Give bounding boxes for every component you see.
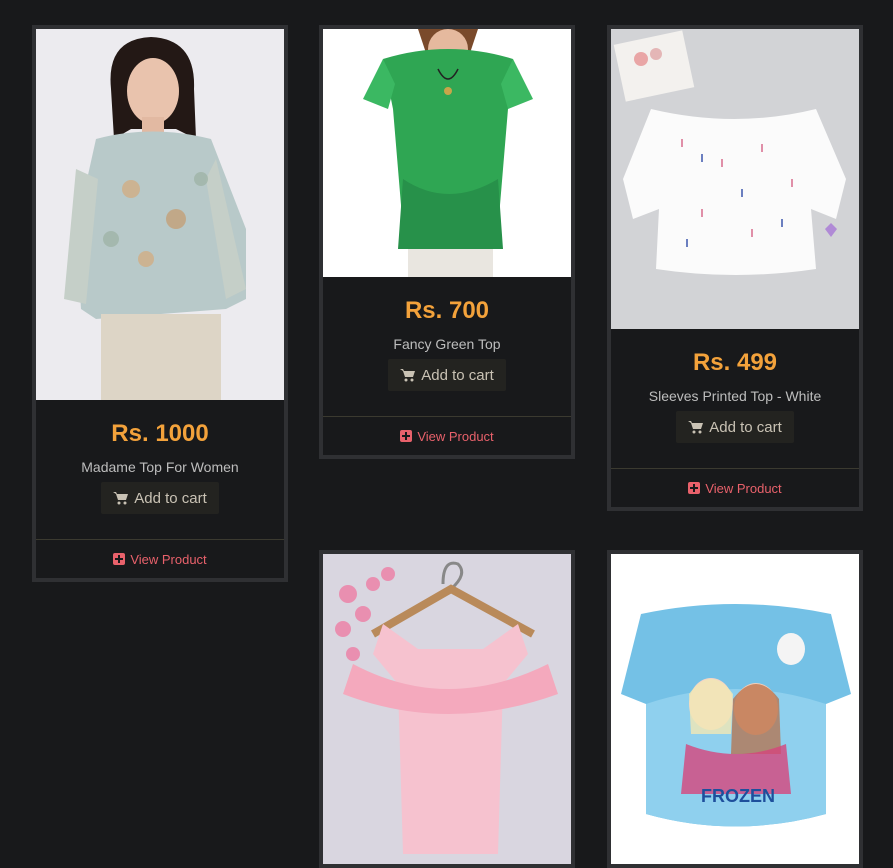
add-to-cart-label: Add to cart — [421, 366, 494, 384]
product-card — [319, 550, 575, 868]
add-to-cart-button[interactable]: Add to cart — [388, 359, 506, 391]
add-to-cart-button[interactable]: Add to cart — [676, 411, 794, 443]
product-name: Fancy Green Top — [393, 336, 501, 352]
view-product-label: View Product — [705, 480, 782, 496]
product-name: Madame Top For Women — [81, 459, 239, 475]
view-product-link[interactable]: View Product — [611, 469, 859, 507]
product-price: Rs. 700 — [404, 297, 490, 324]
product-image[interactable] — [36, 29, 284, 400]
view-product-label: View Product — [417, 428, 494, 444]
product-image[interactable] — [323, 29, 571, 277]
product-image[interactable] — [611, 29, 859, 329]
product-info: Rs. 499 Sleeves Printed Top - White Add … — [611, 329, 859, 507]
plus-square-icon — [113, 553, 126, 565]
product-card: Rs. 700 Fancy Green Top Add to cart View… — [319, 25, 575, 459]
plus-square-icon — [688, 482, 701, 494]
product-image[interactable]: FROZEN — [611, 554, 859, 864]
plus-square-icon — [400, 430, 413, 442]
product-card: FROZEN — [607, 550, 863, 868]
product-info: Rs. 700 Fancy Green Top Add to cart View… — [323, 277, 571, 455]
shopping-cart-icon — [688, 420, 704, 433]
product-info: Rs. 1000 Madame Top For Women Add to car… — [36, 400, 284, 578]
product-name: Sleeves Printed Top - White — [648, 388, 822, 404]
add-to-cart-label: Add to cart — [134, 489, 207, 507]
view-product-label: View Product — [130, 551, 207, 567]
add-to-cart-button[interactable]: Add to cart — [101, 482, 219, 514]
product-image[interactable] — [323, 554, 571, 864]
product-price: Rs. 1000 — [111, 420, 209, 447]
shopping-cart-icon — [400, 368, 416, 381]
shopping-cart-icon — [113, 491, 129, 504]
svg-text:FROZEN: FROZEN — [701, 786, 775, 806]
product-card: Rs. 499 Sleeves Printed Top - White Add … — [607, 25, 863, 511]
add-to-cart-label: Add to cart — [709, 418, 782, 436]
view-product-link[interactable]: View Product — [323, 417, 571, 455]
product-price: Rs. 499 — [692, 349, 778, 376]
product-card: Rs. 1000 Madame Top For Women Add to car… — [32, 25, 288, 582]
view-product-link[interactable]: View Product — [36, 540, 284, 578]
